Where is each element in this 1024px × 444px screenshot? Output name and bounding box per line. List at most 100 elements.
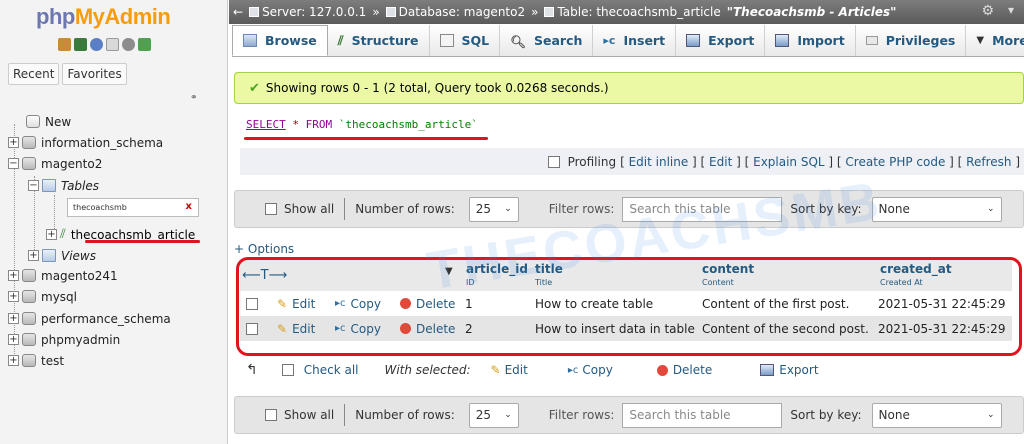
expand-icon[interactable]: + [8,291,19,302]
phpmyadmin-logo[interactable]: phpMyAdmin [36,4,171,30]
explain-sql-link[interactable]: Explain SQL [753,155,825,169]
settings-gear-icon[interactable]: ⚙ [981,3,994,19]
tab-sql[interactable]: SQL [430,25,501,56]
breadcrumb-table[interactable]: Table: thecoachsmb_article [544,5,721,19]
tree-label: mysql [41,289,77,304]
tree-tables-group[interactable]: − Tables [28,175,99,196]
table-filter-input[interactable]: thecoachsmb x [67,198,199,217]
help-icon[interactable] [90,38,103,51]
reload-icon[interactable] [138,38,151,51]
show-all-checkbox[interactable] [265,409,277,421]
filter-label: Filter rows: [548,408,615,422]
rows-select[interactable]: 25 ⌄ [468,402,519,428]
breadcrumb-label: Table: thecoachsmb_article [557,5,721,19]
database-icon [385,7,396,17]
collapse-icon[interactable]: ▾ [1008,3,1014,17]
filter-rows-input[interactable]: Search this table [622,402,783,428]
database-icon [22,136,36,149]
expand-icon[interactable]: + [8,270,19,281]
tab-browse[interactable]: Browse [232,25,328,56]
tree-db-test[interactable]: + test [8,350,64,371]
tree-db-magento241[interactable]: + magento241 [8,265,118,286]
highlight-box [236,257,1022,356]
import-icon [775,34,790,47]
tab-export[interactable]: Export [676,25,766,56]
tree-label: New [45,114,72,129]
edit-inline-link[interactable]: Edit inline [629,155,689,169]
tab-label: Import [797,33,845,48]
sort-select[interactable]: None ⌄ [871,402,1002,428]
check-all-checkbox[interactable] [281,364,294,376]
action-label: Delete [672,363,713,377]
tab-label: Search [534,33,583,48]
tab-import[interactable]: Import [765,25,856,56]
refresh-link[interactable]: Refresh [966,155,1011,169]
clear-filter-icon[interactable]: x [186,201,192,212]
database-icon [22,269,36,282]
tree-label: performance_schema [41,311,171,326]
tree-label: Tables [61,178,100,193]
tree-db-magento2[interactable]: − magento2 [8,153,102,174]
expand-icon[interactable]: + [8,355,19,366]
bulk-edit-button[interactable]: ✎ Edit [491,363,528,377]
breadcrumb-separator: » [372,5,380,19]
highlight-underline [244,137,488,140]
expand-icon[interactable]: + [8,137,19,148]
breadcrumb-database[interactable]: Database: magento2 [385,5,525,19]
filter-rows-input[interactable]: Search this table [622,196,783,222]
show-all-label: Show all [284,408,335,422]
breadcrumb-server[interactable]: Server: 127.0.0.1 [249,5,366,19]
tree-db-information-schema[interactable]: + information_schema [8,132,163,153]
back-arrow-icon[interactable]: ← [233,5,243,19]
insert-icon: ▸c [603,34,616,47]
profiling-checkbox[interactable] [547,155,560,168]
logout-icon[interactable] [74,38,87,51]
check-all-label[interactable]: Check all [304,363,359,377]
expand-icon[interactable]: + [8,334,19,345]
profiling-row: Profiling [ Edit inline ] [ Edit ] [ Exp… [240,148,1024,175]
bulk-copy-button[interactable]: ▸c Copy [568,363,613,377]
sort-value: None [878,202,910,216]
home-icon[interactable] [58,38,71,51]
edit-link[interactable]: Edit [709,155,732,169]
sort-select[interactable]: None ⌄ [871,196,1002,222]
sql-keyword[interactable]: SELECT [246,118,286,131]
success-text: Showing rows 0 - 1 (2 total, Query took … [265,81,609,95]
tab-more[interactable]: ▼ More [966,25,1024,56]
create-php-code-link[interactable]: Create PHP code [845,155,945,169]
highlight-underline [85,240,200,243]
settings-gear-icon[interactable] [122,38,135,51]
tree-label: magento2 [41,156,103,171]
link-with-main-panel-icon[interactable]: ⚭ [190,93,198,103]
tree-db-mysql[interactable]: + mysql [8,286,77,307]
filter-label: Filter rows: [548,202,615,216]
rows-select[interactable]: 25 ⌄ [468,196,519,222]
tab-insert[interactable]: ▸c Insert [593,25,677,56]
tree-new-database[interactable]: New [26,111,71,132]
tables-icon [42,179,56,192]
show-all-checkbox[interactable] [265,203,277,215]
recent-tab[interactable]: Recent [8,63,60,85]
sql-query[interactable]: SELECT * FROM `thecoachsmb_article` [246,118,478,131]
expand-icon[interactable]: + [46,229,57,240]
bulk-delete-button[interactable]: Delete [656,363,713,377]
expand-icon[interactable]: + [28,250,39,261]
rows-value: 25 [475,202,492,216]
bulk-export-button[interactable]: Export [760,363,819,377]
collapse-icon[interactable]: − [8,158,19,169]
tree-views-group[interactable]: + Views [28,245,96,266]
docs-icon[interactable] [106,38,119,51]
tab-privileges[interactable]: Privileges [856,25,967,56]
tab-structure[interactable]: ⫽ Structure [328,25,430,56]
expand-icon[interactable]: + [8,313,19,324]
tree-label: information_schema [41,135,164,150]
sql-star: * [292,118,299,131]
favorites-tab[interactable]: Favorites [62,63,127,85]
options-link[interactable]: + Options [234,242,294,256]
tab-search[interactable]: 🔍︎ Search [500,25,594,56]
collapse-icon[interactable]: − [28,180,39,191]
sql-keyword: FROM [305,118,333,131]
tree-db-performance-schema[interactable]: + performance_schema [8,308,171,329]
browse-table-icon[interactable]: ⫽ [60,227,66,242]
tree-db-phpmyadmin[interactable]: + phpmyadmin [8,329,120,350]
